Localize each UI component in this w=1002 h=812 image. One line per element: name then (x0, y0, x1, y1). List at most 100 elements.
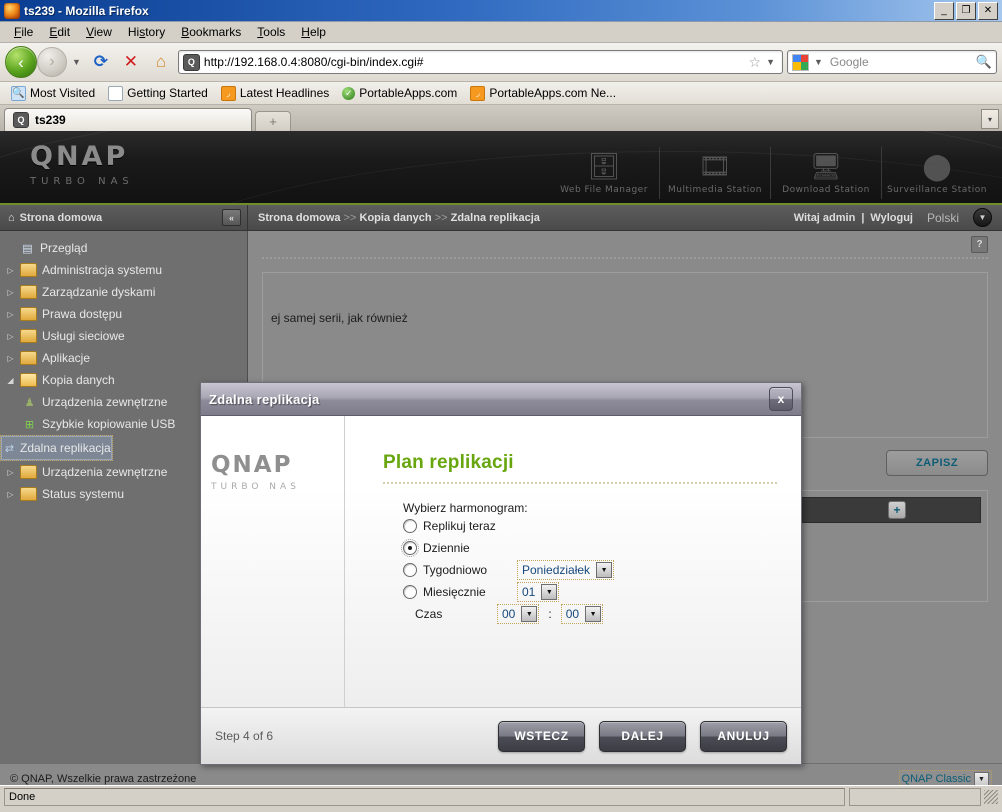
sidebar-item-prawa-dostepu[interactable]: ▷ Prawa dostępu (0, 303, 247, 325)
maximize-button[interactable]: ❐ (956, 1, 976, 20)
url-text[interactable]: http://192.168.0.4:8080/cgi-bin/index.cg… (204, 55, 745, 69)
menu-help[interactable]: Help (293, 23, 334, 41)
search-bar[interactable]: ▼ Google 🔍 (787, 50, 997, 74)
chevron-down-icon[interactable]: ▼ (973, 208, 992, 227)
bookmark-latest-headlines[interactable]: ◞ Latest Headlines (216, 85, 334, 102)
back-arrow-icon[interactable]: ‹ (5, 46, 37, 78)
menu-history[interactable]: History (120, 23, 173, 41)
search-engine-dropdown-icon[interactable]: ▼ (814, 57, 823, 67)
radio-replikuj-teraz[interactable] (403, 519, 417, 533)
twisty-icon[interactable]: ▷ (6, 490, 15, 499)
tab-label: ts239 (35, 113, 66, 127)
twisty-icon[interactable]: ▷ (6, 468, 15, 477)
radio-tygodniowo[interactable] (403, 563, 417, 577)
app-surveillance-station[interactable]: ⬤ Surveillance Station (881, 147, 992, 199)
sidebar-item-label: Zdalna replikacja (20, 441, 111, 455)
sidebar-item-aplikacje[interactable]: ▷ Aplikacje (0, 347, 247, 369)
bookmark-portableapps-news[interactable]: ◞ PortableApps.com Ne... (465, 85, 621, 102)
search-input[interactable]: Google (830, 55, 972, 69)
home-icon[interactable]: ⌂ (148, 49, 174, 75)
qnap-logo-subtext: TURBO NAS (30, 176, 134, 187)
menu-file[interactable]: File (6, 23, 41, 41)
menu-bookmarks[interactable]: Bookmarks (173, 23, 249, 41)
minimize-button[interactable]: _ (934, 1, 954, 20)
chevron-down-icon[interactable]: ▼ (541, 584, 558, 600)
sidebar-item-przeglad[interactable]: ▤ Przegląd (0, 237, 247, 259)
search-magnifier-icon[interactable]: 🔍 (976, 54, 992, 70)
breadcrumb-item-1[interactable]: Kopia danych (360, 212, 432, 224)
url-dropdown-icon[interactable]: ▼ (766, 57, 775, 67)
stop-icon[interactable]: ✕ (118, 49, 144, 75)
page-viewport: QNAP TURBO NAS 🗄 Web File Manager 🎞 Mult… (0, 131, 1002, 785)
forward-arrow-icon[interactable]: › (37, 47, 67, 77)
chevron-down-icon[interactable]: ▼ (596, 562, 613, 578)
sidebar-item-label: Administracja systemu (42, 263, 163, 277)
sidebar-item-zarzadzanie-dyskami[interactable]: ▷ Zarządzanie dyskami (0, 281, 247, 303)
hour-select[interactable]: 00 ▼ (497, 604, 540, 624)
main-header: ? (248, 231, 1002, 257)
overview-icon: ▤ (22, 242, 33, 255)
qnap-logo-text: QNAP (211, 452, 293, 478)
tab-ts239[interactable]: Q ts239 (4, 108, 252, 131)
close-button[interactable]: ✕ (978, 1, 998, 20)
next-button[interactable]: DALEJ (599, 720, 686, 752)
bookmark-getting-started[interactable]: Getting Started (103, 85, 213, 102)
app-multimedia-station[interactable]: 🎞 Multimedia Station (659, 147, 770, 199)
twisty-icon[interactable]: ◢ (6, 376, 15, 385)
option-row-tygodniowo[interactable]: Tygodniowo Poniedziałek ▼ (383, 559, 801, 581)
menu-tools[interactable]: Tools (249, 23, 293, 41)
sidebar-item-uslugi-sieciowe[interactable]: ▷ Usługi sieciowe (0, 325, 247, 347)
reload-icon[interactable]: ⟳ (88, 49, 114, 75)
app-label: Surveillance Station (886, 185, 988, 195)
sidebar-item-zdalna-replikacja[interactable]: ⇄ Zdalna replikacja (0, 435, 113, 461)
resize-grip[interactable] (984, 790, 998, 804)
minute-select[interactable]: 00 ▼ (560, 604, 604, 624)
monthday-select[interactable]: 01 ▼ (517, 582, 560, 602)
status-text: Done (4, 788, 845, 806)
twisty-icon[interactable]: ▷ (6, 354, 15, 363)
radio-miesiecznie[interactable] (403, 585, 417, 599)
url-bar[interactable]: Q http://192.168.0.4:8080/cgi-bin/index.… (177, 50, 783, 74)
menu-view[interactable]: View (78, 23, 120, 41)
cancel-button[interactable]: ANULUJ (700, 720, 787, 752)
history-dropdown-icon[interactable]: ▼ (72, 57, 81, 67)
breadcrumb-item-2[interactable]: Zdalna replikacja (451, 212, 540, 224)
tab-strip: Q ts239 + ▾ (0, 105, 1002, 131)
add-button[interactable]: + (888, 501, 906, 519)
twisty-icon[interactable]: ▷ (6, 310, 15, 319)
theme-selector[interactable]: QNAP Classic ▼ (898, 769, 992, 785)
sidebar-item-label: Zarządzanie dyskami (42, 285, 156, 299)
bookmark-most-visited[interactable]: 🔍 Most Visited (6, 85, 100, 102)
chevron-down-icon[interactable]: ▼ (585, 606, 602, 622)
help-button[interactable]: ? (971, 235, 988, 253)
chevron-down-icon[interactable]: ▼ (521, 606, 538, 622)
weekday-select[interactable]: Poniedziałek ▼ (517, 560, 615, 580)
twisty-icon[interactable]: ▷ (6, 266, 15, 275)
option-row-dziennie[interactable]: Dziennie (383, 537, 801, 559)
collapse-sidebar-icon[interactable]: « (222, 209, 241, 226)
plus-icon: + (269, 114, 277, 129)
chevron-down-icon[interactable]: ▼ (974, 771, 989, 785)
new-tab-button[interactable]: + (255, 111, 291, 131)
twisty-icon[interactable]: ▷ (6, 332, 15, 341)
menu-edit[interactable]: Edit (41, 23, 78, 41)
save-button[interactable]: ZAPISZ (886, 450, 988, 476)
app-download-station[interactable]: 🖥 Download Station (770, 147, 881, 199)
list-all-tabs-button[interactable]: ▾ (981, 109, 999, 129)
twisty-icon[interactable]: ▷ (6, 288, 15, 297)
logout-link[interactable]: Wyloguj (870, 212, 913, 224)
sidebar-item-administracja-systemu[interactable]: ▷ Administracja systemu (0, 259, 247, 281)
option-row-replikuj-teraz[interactable]: Replikuj teraz (383, 515, 801, 537)
close-icon[interactable]: x (769, 387, 793, 411)
option-row-miesiecznie[interactable]: Miesięcznie 01 ▼ (383, 581, 801, 603)
bookmark-star-icon[interactable]: ☆ (749, 54, 762, 71)
bookmark-label: Latest Headlines (239, 86, 330, 100)
bookmark-portableapps[interactable]: ✓ PortableApps.com (337, 85, 462, 101)
sidebar-home-label[interactable]: Strona domowa (20, 212, 103, 224)
time-label: Czas (415, 607, 443, 621)
remote-replication-dialog: Zdalna replikacja x QNAP TURBO NAS Plan … (200, 382, 802, 765)
breadcrumb-item-0[interactable]: Strona domowa (258, 212, 341, 224)
back-button[interactable]: WSTECZ (498, 720, 585, 752)
radio-dziennie[interactable] (401, 539, 419, 557)
app-web-file-manager[interactable]: 🗄 Web File Manager (549, 147, 659, 199)
